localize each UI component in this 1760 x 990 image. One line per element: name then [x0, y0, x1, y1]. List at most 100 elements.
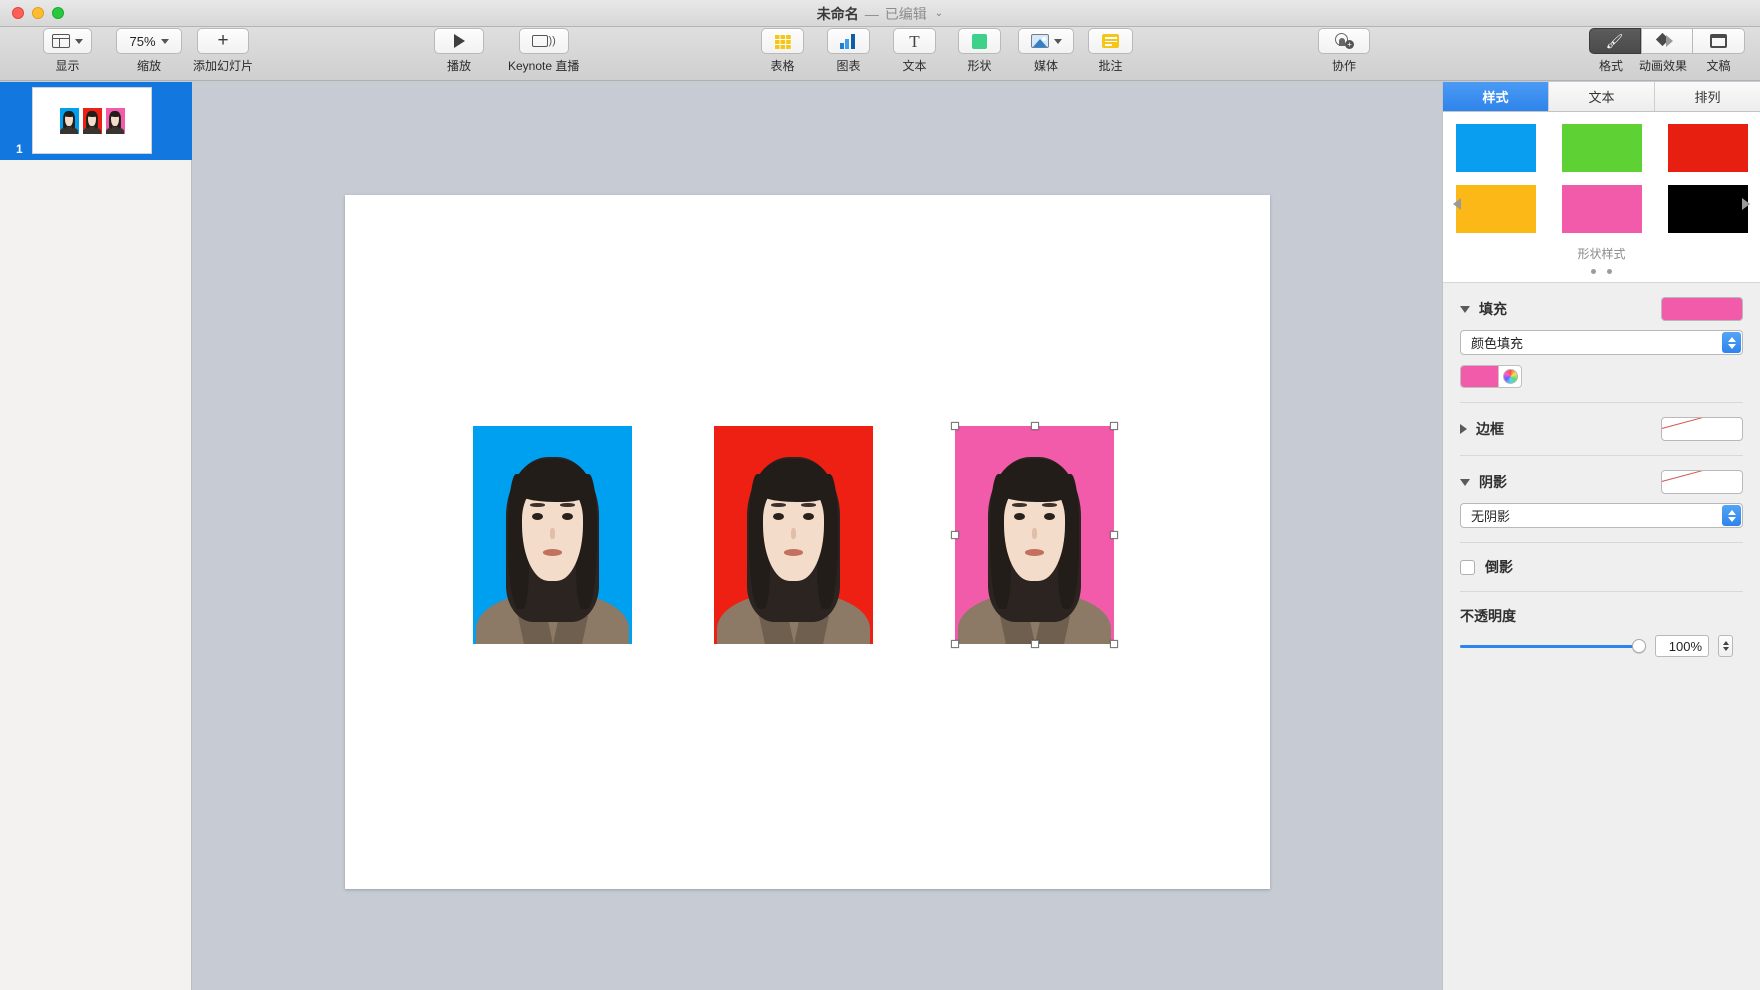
- toolbar-item-play[interactable]: 播放: [434, 28, 484, 74]
- nose: [791, 528, 796, 540]
- pager-dot-2[interactable]: [1607, 269, 1612, 274]
- shape-styles-pager: [1443, 269, 1760, 274]
- shadow-section-header[interactable]: 阴影: [1443, 456, 1760, 494]
- media-button[interactable]: [1018, 28, 1074, 54]
- toolbar-label-table: 表格: [770, 59, 795, 73]
- disclosure-triangle-open-icon[interactable]: [1460, 305, 1470, 313]
- keynote-window: 未命名 — 已编辑 ⌄ 显示 75% 缩放 + 添加幻灯片 播放)) Keyn…: [0, 0, 1760, 990]
- live-broadcast-button[interactable]: )): [518, 28, 569, 54]
- toolbar-item-comment[interactable]: 批注: [1088, 28, 1133, 74]
- fill-type-stepper-icon[interactable]: [1722, 332, 1741, 353]
- chart-button[interactable]: [827, 28, 870, 54]
- format-button[interactable]: 🖌: [1588, 28, 1641, 54]
- nose: [550, 528, 555, 540]
- zoom-button[interactable]: 75%: [116, 28, 182, 54]
- title-chevron-icon[interactable]: ⌄: [935, 8, 943, 19]
- border-section-header[interactable]: 边框: [1443, 403, 1760, 441]
- play-button[interactable]: [434, 28, 484, 54]
- fill-type-select[interactable]: 颜色填充: [1460, 330, 1743, 355]
- border-preview-chip[interactable]: [1661, 417, 1743, 441]
- photo-pink[interactable]: [955, 426, 1114, 644]
- photo-red[interactable]: [714, 426, 873, 644]
- resize-handle-top-center[interactable]: [1030, 422, 1039, 430]
- animate-button[interactable]: [1640, 28, 1693, 54]
- collaborate-button[interactable]: +: [1318, 28, 1370, 54]
- toolbar-label-media: 媒体: [1033, 59, 1058, 73]
- shadow-type-select[interactable]: 无阴影: [1460, 503, 1743, 528]
- opacity-slider[interactable]: [1460, 639, 1646, 653]
- shape-style-swatch-3[interactable]: [1667, 124, 1748, 172]
- slide-navigator[interactable]: 1: [0, 82, 192, 990]
- fill-preview-chip[interactable]: [1661, 297, 1743, 321]
- toolbar-item-zoom[interactable]: 75% 缩放: [116, 28, 182, 74]
- toolbar-item-media[interactable]: 媒体: [1018, 28, 1074, 74]
- toolbar-label-chart: 图表: [836, 59, 861, 73]
- display-layout-icon: [52, 34, 70, 48]
- toolbar-item-chart[interactable]: 图表: [827, 28, 870, 74]
- table-button[interactable]: [761, 28, 804, 54]
- slide-thumbnail-1[interactable]: 1: [0, 82, 192, 160]
- toolbar-label-add-slide: 添加幻灯片: [193, 59, 254, 73]
- fill-section-header[interactable]: 填充: [1443, 283, 1760, 321]
- styles-prev-arrow-icon[interactable]: [1453, 198, 1461, 210]
- pager-dot-1[interactable]: [1591, 269, 1596, 274]
- comment-button[interactable]: [1088, 28, 1133, 54]
- shape-style-swatch-5[interactable]: [1561, 185, 1642, 233]
- fill-color-swatch[interactable]: [1461, 366, 1498, 387]
- text-button[interactable]: T: [893, 28, 936, 54]
- reflection-checkbox[interactable]: [1460, 559, 1475, 575]
- shadow-section-title: 阴影: [1479, 474, 1507, 490]
- canvas-area[interactable]: [193, 82, 1442, 990]
- shape-style-swatch-2[interactable]: [1561, 124, 1642, 172]
- tab-text[interactable]: 文本: [1549, 82, 1655, 111]
- eyebrow-right: [801, 503, 816, 507]
- color-wheel-button[interactable]: [1498, 366, 1521, 387]
- toolbar-item-table[interactable]: 表格: [761, 28, 804, 74]
- add-slide-button[interactable]: +: [197, 28, 249, 54]
- opacity-stepper-icon[interactable]: [1718, 635, 1733, 657]
- resize-handle-middle-left[interactable]: [951, 531, 959, 539]
- comment-icon: [1102, 34, 1119, 48]
- opacity-value-field[interactable]: 100%: [1655, 635, 1709, 657]
- shape-styles-section: 形状样式: [1443, 112, 1760, 283]
- resize-handle-bottom-center[interactable]: [1030, 640, 1039, 648]
- toolbar-item-live[interactable]: )) Keynote 直播: [508, 28, 579, 74]
- resize-handle-middle-right[interactable]: [1110, 531, 1118, 539]
- tab-style[interactable]: 样式: [1443, 82, 1549, 111]
- table-icon: [774, 33, 791, 49]
- toolbar-item-text[interactable]: T 文本: [893, 28, 936, 74]
- chevron-down-icon: [160, 38, 169, 44]
- resize-handle-top-right[interactable]: [1110, 422, 1118, 430]
- toolbar-item-shape[interactable]: 形状: [958, 28, 1001, 74]
- format-brush-icon: 🖌: [1605, 32, 1624, 49]
- disclosure-triangle-closed-icon[interactable]: [1460, 424, 1467, 434]
- slider-knob[interactable]: [1632, 639, 1646, 653]
- document-button[interactable]: [1692, 28, 1745, 54]
- resize-handle-bottom-right[interactable]: [1110, 640, 1118, 648]
- opacity-label: 不透明度: [1460, 608, 1516, 624]
- toolbar-item-display[interactable]: 显示: [43, 28, 92, 74]
- display-button[interactable]: [43, 28, 92, 54]
- shape-style-swatch-6[interactable]: [1667, 185, 1748, 233]
- fill-color-well[interactable]: [1460, 365, 1522, 388]
- resize-handle-top-left[interactable]: [951, 422, 959, 430]
- reflection-row[interactable]: 倒影: [1443, 543, 1760, 577]
- resize-handle-bottom-left[interactable]: [951, 640, 959, 648]
- shadow-preview-chip[interactable]: [1661, 470, 1743, 494]
- play-icon: [453, 34, 465, 48]
- slide-canvas[interactable]: [345, 195, 1270, 889]
- disclosure-triangle-open-icon[interactable]: [1460, 478, 1470, 486]
- styles-next-arrow-icon[interactable]: [1742, 198, 1750, 210]
- photo-blue[interactable]: [473, 426, 632, 644]
- shape-button[interactable]: [958, 28, 1001, 54]
- toolbar-item-collaborate[interactable]: + 协作: [1318, 28, 1370, 74]
- fill-section-title: 填充: [1479, 301, 1507, 317]
- toolbar-item-add-slide[interactable]: + 添加幻灯片: [193, 28, 253, 74]
- document-title[interactable]: 未命名 — 已编辑 ⌄: [0, 0, 1760, 27]
- tab-arrange[interactable]: 排列: [1655, 82, 1760, 111]
- mini-photo-pink: [105, 107, 125, 134]
- shape-style-swatch-1[interactable]: [1455, 124, 1536, 172]
- eyebrow-left: [530, 503, 545, 507]
- shadow-type-stepper-icon[interactable]: [1722, 505, 1741, 526]
- shape-style-swatch-4[interactable]: [1455, 185, 1536, 233]
